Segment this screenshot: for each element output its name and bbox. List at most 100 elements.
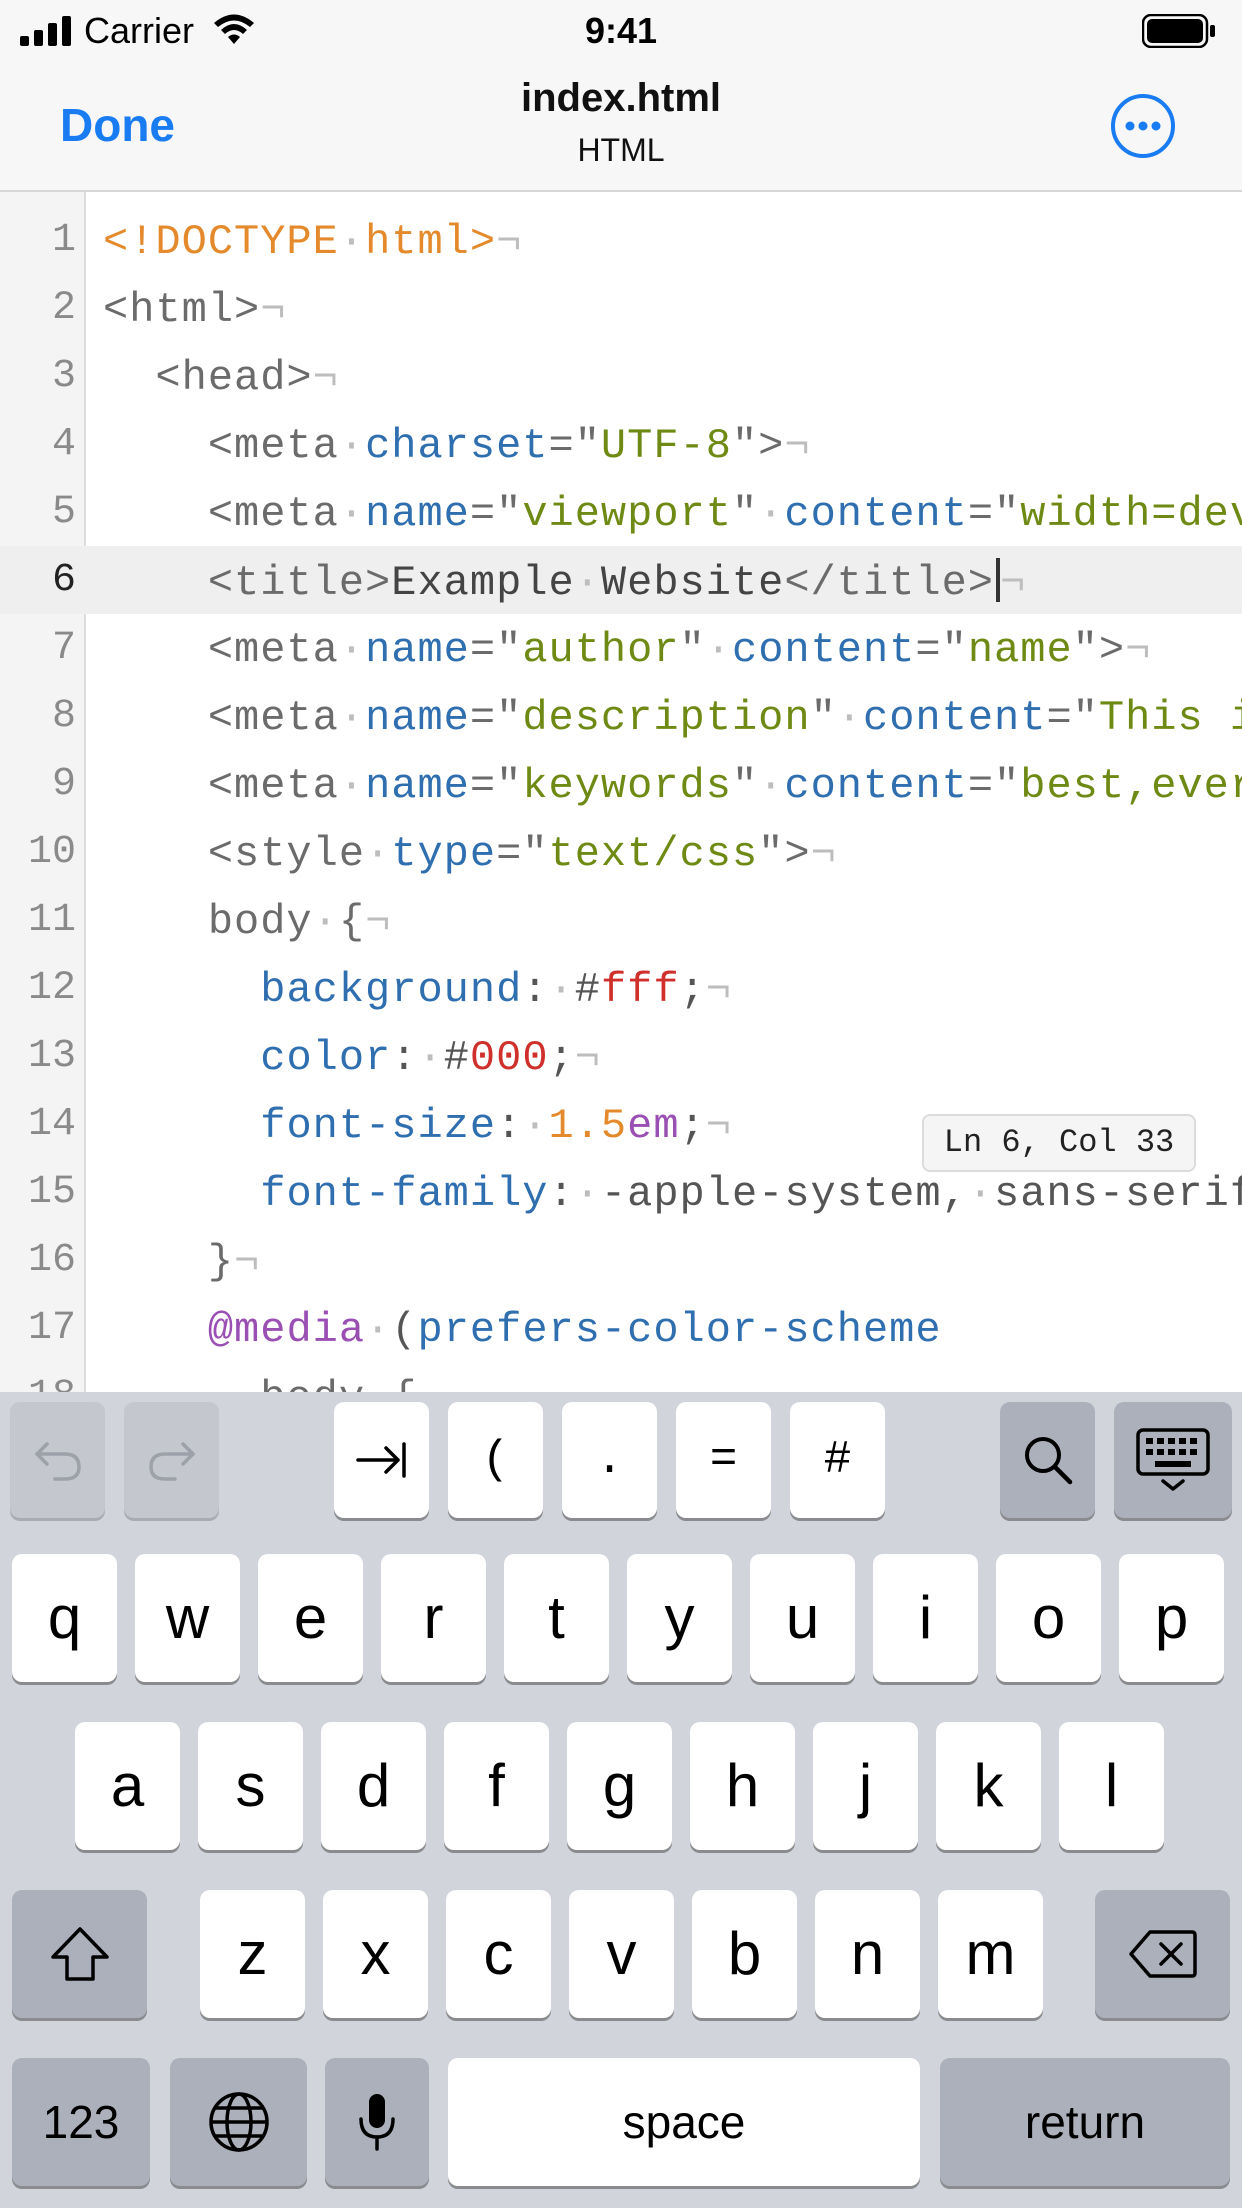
code-token: keywords bbox=[522, 762, 732, 810]
key-z[interactable]: z bbox=[200, 1890, 305, 2018]
cursor-position-indicator: Ln 6, Col 33 bbox=[922, 1114, 1196, 1172]
code-line[interactable]: 3 <head>¬ bbox=[0, 342, 1242, 410]
key-u[interactable]: u bbox=[750, 1554, 855, 1682]
redo-button[interactable] bbox=[124, 1402, 219, 1518]
key-y[interactable]: y bbox=[627, 1554, 732, 1682]
tab-key[interactable] bbox=[334, 1402, 429, 1518]
code-line[interactable]: 2 <html>¬ bbox=[0, 274, 1242, 342]
code-token: fff bbox=[600, 966, 680, 1014]
dictation-key[interactable] bbox=[325, 2058, 429, 2186]
key-j[interactable]: j bbox=[813, 1722, 918, 1850]
code-line[interactable]: 10 <style·type="text/css">¬ bbox=[0, 818, 1242, 886]
open-paren-key[interactable]: ( bbox=[448, 1402, 543, 1518]
code-line[interactable]: 5 <meta·name="viewport"·content="width=d… bbox=[0, 478, 1242, 546]
line-code: <meta·name="description"·content="This i… bbox=[103, 694, 1242, 742]
key-d[interactable]: d bbox=[321, 1722, 426, 1850]
code-line[interactable]: 4 <meta·charset="UTF-8">¬ bbox=[0, 410, 1242, 478]
code-line[interactable]: 1 <!DOCTYPE·html>¬ bbox=[0, 206, 1242, 274]
code-token: <title> bbox=[103, 559, 392, 607]
code-line[interactable]: 17 @media·(prefers-color-scheme bbox=[0, 1294, 1242, 1362]
key-q[interactable]: q bbox=[12, 1554, 117, 1682]
code-token: ¬ bbox=[784, 422, 811, 470]
globe-key[interactable] bbox=[170, 2058, 307, 2186]
key-l[interactable]: l bbox=[1059, 1722, 1164, 1850]
undo-button[interactable] bbox=[10, 1402, 105, 1518]
undo-icon bbox=[34, 1442, 81, 1481]
code-line[interactable]: 11 body·{¬ bbox=[0, 886, 1242, 954]
code-line[interactable]: 16 }¬ bbox=[0, 1226, 1242, 1294]
key-b[interactable]: b bbox=[692, 1890, 797, 2018]
key-f[interactable]: f bbox=[444, 1722, 549, 1850]
code-line[interactable]: 9 <meta·name="keywords"·content="best,ev… bbox=[0, 750, 1242, 818]
code-token: <!DOCTYPE bbox=[103, 218, 339, 266]
space-key[interactable]: space bbox=[448, 2058, 920, 2186]
code-token: =" bbox=[496, 830, 549, 878]
key-a[interactable]: a bbox=[75, 1722, 180, 1850]
key-w[interactable]: w bbox=[135, 1554, 240, 1682]
code-token: ¬ bbox=[496, 218, 523, 266]
code-line[interactable]: 6 <title>Example·Website</title> ¬ bbox=[0, 546, 1242, 614]
code-token: ¬ bbox=[365, 898, 392, 946]
search-button[interactable] bbox=[1000, 1402, 1095, 1518]
more-options-icon[interactable] bbox=[1110, 93, 1176, 159]
code-token: ; bbox=[679, 1102, 706, 1150]
code-token: <meta bbox=[103, 694, 339, 742]
code-token: · bbox=[574, 1170, 601, 1218]
equals-key[interactable]: = bbox=[676, 1402, 771, 1518]
hash-key[interactable]: # bbox=[790, 1402, 885, 1518]
code-token: background bbox=[260, 966, 523, 1014]
code-token: ¬ bbox=[312, 354, 339, 402]
key-t[interactable]: t bbox=[504, 1554, 609, 1682]
code-token: ¬ bbox=[705, 966, 732, 1014]
code-token: <html> bbox=[103, 286, 261, 334]
key-n[interactable]: n bbox=[815, 1890, 920, 2018]
code-token: =" bbox=[915, 626, 968, 674]
key-p[interactable]: p bbox=[1119, 1554, 1224, 1682]
line-code: <style·type="text/css">¬ bbox=[103, 830, 837, 878]
code-token: name bbox=[365, 626, 470, 674]
dismiss-keyboard-button[interactable] bbox=[1114, 1402, 1232, 1518]
line-number: 12 bbox=[27, 966, 76, 1011]
key-s[interactable]: s bbox=[198, 1722, 303, 1850]
key-v[interactable]: v bbox=[569, 1890, 674, 2018]
code-token: =" bbox=[469, 762, 523, 810]
key-e[interactable]: e bbox=[258, 1554, 363, 1682]
key-i[interactable]: i bbox=[873, 1554, 978, 1682]
key-h[interactable]: h bbox=[690, 1722, 795, 1850]
line-number: 8 bbox=[51, 694, 76, 739]
code-editor[interactable]: 1 <!DOCTYPE·html>¬ 2 <html>¬ 3 <head>¬ 4 <met… bbox=[0, 192, 1242, 1392]
line-number: 9 bbox=[51, 762, 76, 807]
shift-key[interactable] bbox=[12, 1890, 147, 2018]
key-r[interactable]: r bbox=[381, 1554, 486, 1682]
code-line[interactable]: 12 background:·#fff;¬ bbox=[0, 954, 1242, 1022]
navigation-bar: Done index.html HTML bbox=[0, 62, 1242, 192]
code-line[interactable]: 8 <meta·name="description"·content="This… bbox=[0, 682, 1242, 750]
delete-key[interactable] bbox=[1095, 1890, 1230, 2018]
code-line[interactable]: 13 color:·#000;¬ bbox=[0, 1022, 1242, 1090]
return-key[interactable]: return bbox=[940, 2058, 1230, 2186]
code-token: =" bbox=[469, 694, 523, 742]
line-number: 10 bbox=[27, 830, 76, 875]
key-m[interactable]: m bbox=[938, 1890, 1043, 2018]
code-token: ¬ bbox=[260, 286, 287, 334]
code-token: text/css bbox=[548, 830, 759, 878]
code-token: font-family bbox=[260, 1170, 549, 1218]
code-line[interactable]: 7 <meta·name="author"·content="name">¬ bbox=[0, 614, 1242, 682]
key-k[interactable]: k bbox=[936, 1722, 1041, 1850]
code-token: name bbox=[365, 762, 470, 810]
numbers-key[interactable]: 123 bbox=[12, 2058, 150, 2186]
code-token: @media bbox=[207, 1306, 366, 1354]
key-x[interactable]: x bbox=[323, 1890, 428, 2018]
code-line[interactable]: 18 body·{¬ bbox=[0, 1362, 1242, 1392]
period-key[interactable]: . bbox=[562, 1402, 657, 1518]
code-token: ¬ bbox=[705, 1102, 732, 1150]
key-c[interactable]: c bbox=[446, 1890, 551, 2018]
key-g[interactable]: g bbox=[567, 1722, 672, 1850]
code-token: · bbox=[338, 626, 366, 674]
code-token: "> bbox=[731, 422, 785, 470]
key-o[interactable]: o bbox=[996, 1554, 1101, 1682]
line-number: 1 bbox=[51, 218, 76, 263]
keyboard: ( . = # qwertyuiop asdfghjkl zxcvbnm 123 s… bbox=[0, 1392, 1242, 2208]
